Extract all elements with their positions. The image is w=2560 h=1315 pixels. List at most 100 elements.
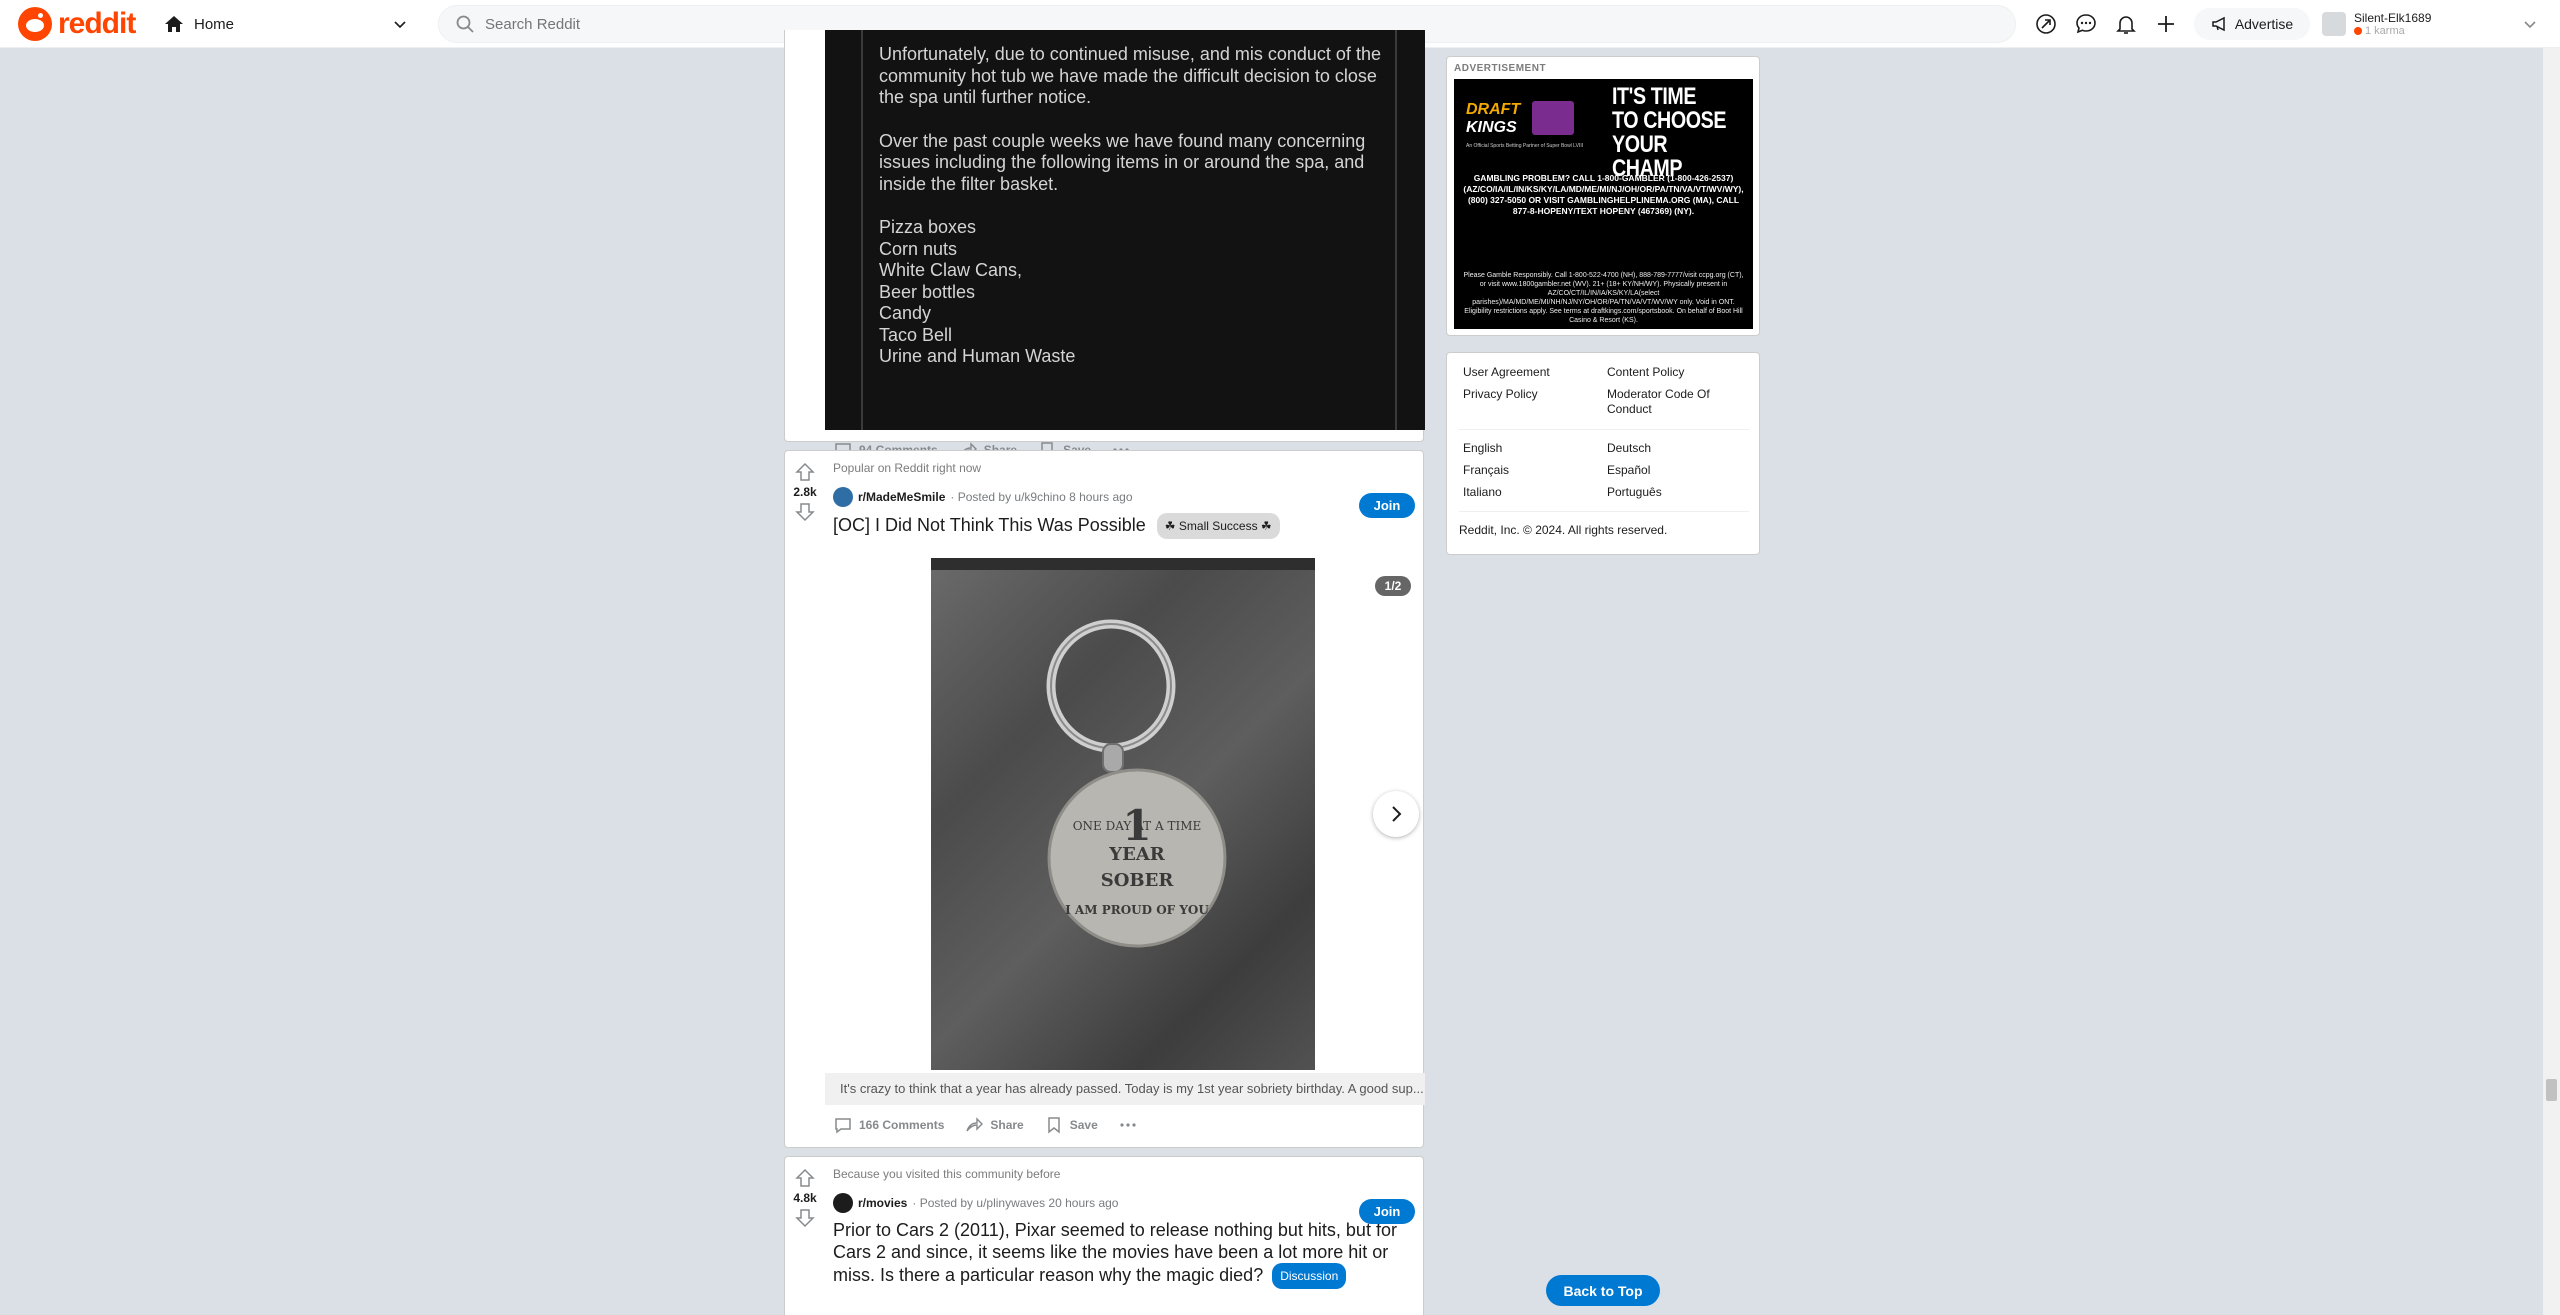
language-link-english[interactable]: English <box>1463 441 1593 456</box>
subreddit-icon[interactable] <box>833 487 853 507</box>
content-policy-link[interactable]: Content Policy <box>1607 365 1747 380</box>
post-content: Popular on Reddit right now r/MadeMeSmil… <box>825 451 1425 1134</box>
downvote-icon[interactable] <box>794 1207 816 1229</box>
ad-fine-print: GAMBLING PROBLEM? CALL 1-800-GAMBLER (1-… <box>1463 173 1744 216</box>
subreddit-link[interactable]: r/MadeMeSmile <box>858 490 945 504</box>
post-gallery-image[interactable]: ONE DAY AT A TIME 1 YEAR SOBER I AM PROU… <box>931 558 1315 1070</box>
footer-links-card: User Agreement Privacy Policy Content Po… <box>1446 352 1760 555</box>
ad-headline-line: TO CHOOSE <box>1612 107 1727 134</box>
notice-item: Taco Bell <box>879 324 953 345</box>
vote-column: 2.8k <box>785 451 825 1147</box>
medallion-line2: SOBER <box>1101 870 1175 891</box>
language-link-italiano[interactable]: Italiano <box>1463 485 1593 500</box>
notice-item: White Claw Cans, <box>879 260 1023 280</box>
notice-item: Corn nuts <box>879 238 958 259</box>
save-button[interactable]: Save <box>1036 1109 1106 1141</box>
notice-item: Candy <box>879 303 932 323</box>
draftkings-logo: DRAFT KINGS <box>1466 101 1520 137</box>
recommendation-reason: Popular on Reddit right now <box>833 461 982 475</box>
share-label: Share <box>990 1118 1024 1132</box>
scrollbar-thumb[interactable] <box>2546 1079 2557 1101</box>
comments-button[interactable]: 166 Comments <box>825 1109 952 1141</box>
notice-item: Beer bottles <box>879 281 976 302</box>
advertisement-card: ADVERTISEMENT DRAFT KINGS An Official Spo… <box>1446 56 1760 336</box>
post-card[interactable]: 2.8k Popular on Reddit right now r/MadeM… <box>784 450 1425 1148</box>
share-icon <box>966 1117 984 1132</box>
search-icon <box>456 15 474 33</box>
language-link-portugues[interactable]: Português <box>1607 485 1747 500</box>
post-title[interactable]: [OC] I Did Not Think This Was Possible ☘… <box>825 507 1423 539</box>
chat-icon[interactable] <box>2074 12 2098 36</box>
language-link-espanol[interactable]: Español <box>1607 463 1747 478</box>
page-scrollbar[interactable] <box>2543 48 2560 1315</box>
feed-selector[interactable]: Home <box>160 8 412 40</box>
divider <box>1459 429 1749 430</box>
megaphone-icon <box>2212 16 2225 32</box>
notice-frame: Unfortunately, due to continued misuse, … <box>861 30 1397 430</box>
gallery-counter: 1/2 <box>1375 576 1411 596</box>
vote-count: 4.8k <box>793 1191 817 1205</box>
user-agreement-link[interactable]: User Agreement <box>1463 365 1593 380</box>
subreddit-icon[interactable] <box>833 1193 853 1213</box>
karma-label: 1 karma <box>2365 25 2405 37</box>
join-button[interactable]: Join <box>1359 493 1415 518</box>
post-flair[interactable]: Discussion <box>1272 1263 1347 1289</box>
feed-selector-label: Home <box>194 15 235 33</box>
medallion-number: 1 <box>1122 801 1151 850</box>
advertisement-label: ADVERTISEMENT <box>1454 63 1547 74</box>
more-options-button[interactable] <box>1110 1109 1146 1141</box>
chevron-down-icon <box>2524 21 2536 29</box>
post-card[interactable]: 4.8k Because you visited this community … <box>784 1156 1424 1315</box>
post-meta: r/movies · Posted by u/plinywaves 20 hou… <box>825 1181 1423 1224</box>
ad-brand-top: DRAFT <box>1466 101 1521 118</box>
privacy-policy-link[interactable]: Privacy Policy <box>1463 387 1593 402</box>
bookmark-icon <box>1047 1117 1060 1134</box>
copyright-text: Reddit, Inc. © 2024. All rights reserved… <box>1459 523 1668 537</box>
username: Silent-Elk1689 <box>2354 11 2432 25</box>
join-button[interactable]: Join <box>1359 1199 1415 1224</box>
share-button[interactable]: Share <box>956 1109 1031 1141</box>
language-links-left: English Français Italiano <box>1463 441 1593 507</box>
save-label: Save <box>1069 1118 1098 1132</box>
subreddit-link[interactable]: r/movies <box>858 1196 907 1210</box>
comment-icon <box>835 1118 851 1134</box>
posted-by: · Posted by u/k9chino 8 hours ago <box>950 490 1133 504</box>
create-post-plus-icon[interactable] <box>2154 12 2178 36</box>
advertise-label: Advertise <box>2234 16 2294 32</box>
medallion-bottom-text: I AM PROUD OF YOU <box>1065 903 1209 917</box>
upvote-icon[interactable] <box>794 461 816 483</box>
reddit-snoo-icon <box>18 7 52 41</box>
vote-count: 2.8k <box>793 485 817 499</box>
upvote-icon[interactable] <box>794 1167 816 1189</box>
notice-item: Pizza boxes <box>879 217 977 237</box>
home-icon <box>165 16 183 32</box>
reddit-logo[interactable]: reddit <box>18 7 136 41</box>
chevron-down-icon <box>394 21 406 29</box>
language-links-right: Deutsch Español Português <box>1607 441 1747 507</box>
advertise-button[interactable]: Advertise <box>2194 8 2310 40</box>
post-flair[interactable]: ☘ Small Success ☘ <box>1156 513 1280 539</box>
post-title[interactable]: Prior to Cars 2 (2011), Pixar seemed to … <box>825 1213 1423 1289</box>
post-image-notice[interactable]: Unfortunately, due to continued misuse, … <box>825 30 1425 430</box>
vote-column: 4.8k <box>785 1157 825 1315</box>
language-link-deutsch[interactable]: Deutsch <box>1607 441 1747 456</box>
ad-fine-print: Please Gamble Responsibly. Call 1-800-52… <box>1463 272 1744 324</box>
back-to-top-button[interactable]: Back to Top <box>1546 1275 1660 1306</box>
keychain-photo: ONE DAY AT A TIME 1 YEAR SOBER I AM PROU… <box>931 558 1315 948</box>
post-meta: r/MadeMeSmile · Posted by u/k9chino 8 ho… <box>825 475 1423 518</box>
chevron-right-icon <box>1392 806 1402 822</box>
user-menu[interactable]: Silent-Elk1689 1 karma <box>2322 4 2538 44</box>
super-bowl-logo <box>1532 101 1574 135</box>
moderator-code-link[interactable]: Moderator Code Of Conduct <box>1607 387 1747 417</box>
notice-paragraph-1: Unfortunately, due to continued misuse, … <box>879 44 1381 107</box>
reddit-wordmark: reddit <box>58 7 136 40</box>
gallery-caption: It's crazy to think that a year has alre… <box>825 1073 1425 1105</box>
post-actions: 166 Comments Share Save <box>825 1109 1146 1141</box>
language-link-francais[interactable]: Français <box>1463 463 1593 478</box>
post-card[interactable]: Unfortunately, due to continued misuse, … <box>784 30 1425 459</box>
notification-bell-icon[interactable] <box>2114 12 2138 36</box>
popular-trending-icon[interactable] <box>2034 12 2058 36</box>
downvote-icon[interactable] <box>794 501 816 523</box>
gallery-next-button[interactable] <box>1373 791 1419 837</box>
advertisement-banner[interactable]: DRAFT KINGS An Official Sports Betting Pa… <box>1454 79 1753 329</box>
